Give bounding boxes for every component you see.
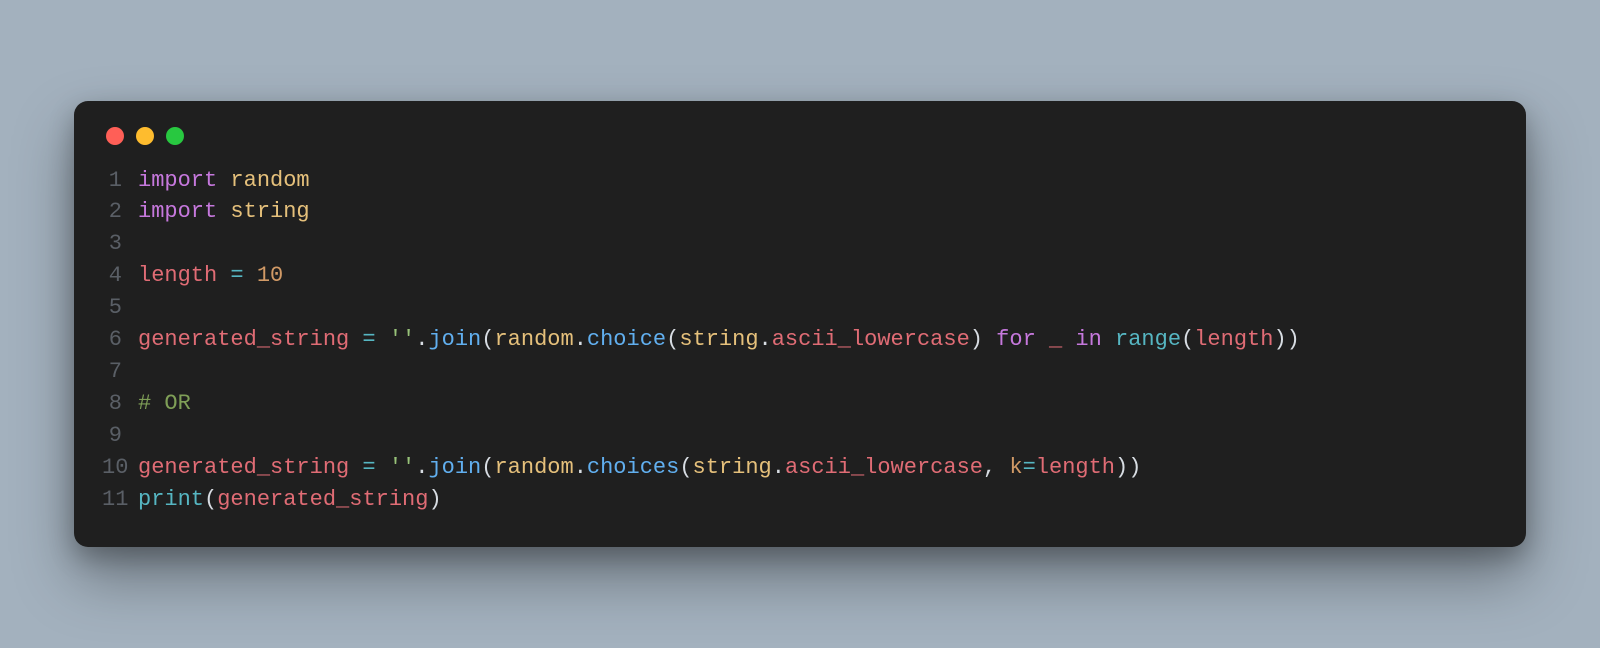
code-line[interactable]: 6generated_string = ''.join(random.choic… [102,324,1498,356]
line-number: 10 [102,452,138,484]
line-number: 5 [102,292,138,324]
code-token: join [428,327,481,352]
code-token: . [415,327,428,352]
code-token: for [983,327,1049,352]
code-window: 1import random2import string34length = 1… [74,101,1526,548]
code-token: '' [389,327,415,352]
code-token: in [1062,327,1115,352]
code-token: ( [481,327,494,352]
line-content[interactable] [138,356,1498,388]
line-number: 8 [102,388,138,420]
code-token: random [494,327,573,352]
code-token: ( [666,327,679,352]
code-token: import [138,199,230,224]
code-token: generated_string [138,455,349,480]
code-token: . [574,327,587,352]
line-content[interactable]: import random [138,165,1498,197]
code-token: length [1194,327,1273,352]
line-content[interactable]: import string [138,196,1498,228]
line-content[interactable]: print(generated_string) [138,484,1498,516]
code-line[interactable]: 7 [102,356,1498,388]
code-token: ascii_lowercase [772,327,970,352]
line-number: 7 [102,356,138,388]
code-token: = [1023,455,1036,480]
code-line[interactable]: 9 [102,420,1498,452]
code-token: string [693,455,772,480]
code-token: = [217,263,257,288]
line-number: 4 [102,260,138,292]
code-token: ) [1128,455,1141,480]
code-token: . [415,455,428,480]
code-token: # OR [138,391,191,416]
code-token: generated_string [217,487,428,512]
code-token: ( [481,455,494,480]
code-line[interactable]: 1import random [102,165,1498,197]
code-token: random [494,455,573,480]
line-content[interactable]: generated_string = ''.join(random.choice… [138,324,1498,356]
code-token: ) [970,327,983,352]
line-content[interactable] [138,292,1498,324]
code-token: random [230,168,309,193]
code-token: . [759,327,772,352]
code-token: range [1115,327,1181,352]
code-token: ( [204,487,217,512]
code-line[interactable]: 4length = 10 [102,260,1498,292]
code-token: 10 [257,263,283,288]
code-token: = [349,455,389,480]
line-number: 9 [102,420,138,452]
code-token: . [772,455,785,480]
line-number: 11 [102,484,138,516]
window-controls [102,123,1498,165]
code-token: ) [1273,327,1286,352]
line-content[interactable] [138,420,1498,452]
code-token: . [574,455,587,480]
code-token: length [138,263,217,288]
line-number: 2 [102,196,138,228]
line-number: 6 [102,324,138,356]
code-token: choices [587,455,679,480]
code-token: ( [1181,327,1194,352]
code-token: ) [1287,327,1300,352]
code-token: string [230,199,309,224]
code-line[interactable]: 5 [102,292,1498,324]
minimize-icon[interactable] [136,127,154,145]
code-editor[interactable]: 1import random2import string34length = 1… [102,165,1498,516]
code-token: choice [587,327,666,352]
zoom-icon[interactable] [166,127,184,145]
code-token: k [1009,455,1022,480]
code-token: string [679,327,758,352]
code-token: '' [389,455,415,480]
line-content[interactable]: generated_string = ''.join(random.choice… [138,452,1498,484]
code-line[interactable]: 2import string [102,196,1498,228]
code-token: , [983,455,1009,480]
code-token: ) [1115,455,1128,480]
line-content[interactable] [138,228,1498,260]
close-icon[interactable] [106,127,124,145]
code-token: ( [679,455,692,480]
code-line[interactable]: 10generated_string = ''.join(random.choi… [102,452,1498,484]
line-content[interactable]: # OR [138,388,1498,420]
code-token: = [349,327,389,352]
code-line[interactable]: 3 [102,228,1498,260]
line-number: 3 [102,228,138,260]
code-token: ascii_lowercase [785,455,983,480]
code-token: ) [428,487,441,512]
code-token: length [1036,455,1115,480]
code-token: print [138,487,204,512]
code-token: join [428,455,481,480]
code-token: _ [1049,327,1062,352]
code-token: generated_string [138,327,349,352]
code-line[interactable]: 8# OR [102,388,1498,420]
line-content[interactable]: length = 10 [138,260,1498,292]
code-line[interactable]: 11print(generated_string) [102,484,1498,516]
code-token: import [138,168,230,193]
line-number: 1 [102,165,138,197]
